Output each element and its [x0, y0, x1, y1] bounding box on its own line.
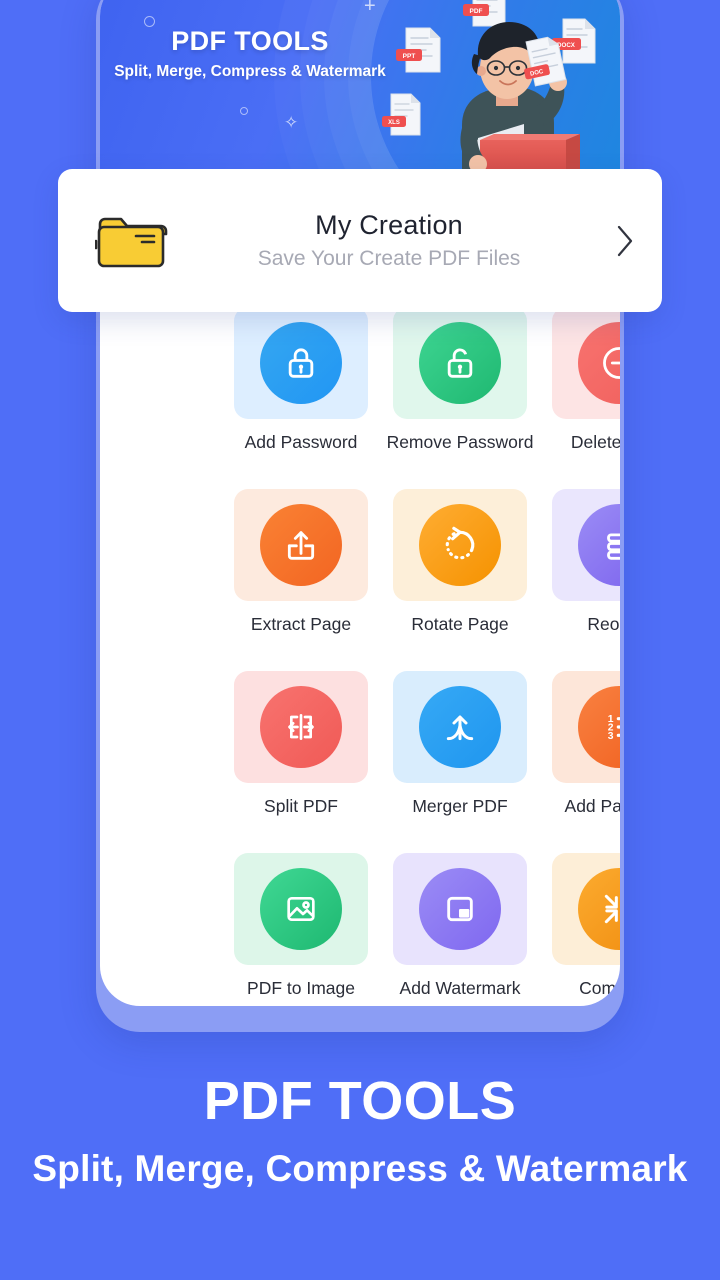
- tool-tile: [552, 489, 620, 601]
- watermark-icon: [447, 896, 473, 922]
- doc-card-ppt: PPT: [396, 27, 441, 73]
- tool-circle: [419, 504, 501, 586]
- tool-label: PDF to Image: [247, 978, 355, 998]
- promo-subtitle: Split, Merge, Compress & Watermark: [32, 1148, 688, 1189]
- rotate-ccw-icon: [445, 526, 475, 560]
- tool-label: Merger PDF: [412, 796, 508, 816]
- tool-add-page-number[interactable]: 1 2 3 Add Page No.: [552, 671, 620, 817]
- tool-add-password[interactable]: Add Password: [234, 307, 368, 453]
- banner-text-block: PDF TOOLS Split, Merge, Compress & Water…: [100, 26, 400, 81]
- decorative-star-2: ✧: [284, 113, 299, 132]
- tool-tile: [393, 671, 527, 783]
- creation-subtitle: Save Your Create PDF Files: [257, 247, 521, 270]
- tool-reorder[interactable]: Reorder: [552, 489, 620, 635]
- tool-label: Add Password: [244, 432, 358, 452]
- upload-icon: [287, 531, 315, 560]
- folder-icon-wrap: [58, 210, 208, 272]
- tool-label: Split PDF: [264, 796, 338, 816]
- stacked-bars-icon: [607, 533, 620, 560]
- tools-grid: Add Password Remove Password Delete Extr…: [200, 307, 620, 999]
- tool-tile: [552, 853, 620, 965]
- tool-tile: [234, 853, 368, 965]
- my-creation-card[interactable]: My Creation Save Your Create PDF Files: [58, 169, 662, 312]
- folder-icon: [95, 217, 168, 267]
- decorative-circle-3: [240, 107, 248, 115]
- tool-merger-pdf[interactable]: Merger PDF: [393, 671, 527, 817]
- tool-extract-page[interactable]: Extract Page: [234, 489, 368, 635]
- lock-icon: [288, 348, 314, 378]
- phone-screen: + ✧ ✧ PDF TOOLS Split, Merge, Compress &…: [100, 0, 620, 1006]
- tool-rotate-page[interactable]: Rotate Page: [393, 489, 527, 635]
- banner-subtitle: Split, Merge, Compress & Watermark: [114, 63, 386, 80]
- split-arrows-icon: [288, 714, 314, 740]
- promo-title: PDF TOOLS: [203, 1071, 517, 1131]
- merge-arrow-icon: [446, 715, 474, 741]
- doc-card-pdf: PDF: [463, 0, 506, 27]
- tool-label: Add Page No.: [564, 796, 620, 816]
- tool-delete-page[interactable]: Delete Page: [552, 307, 620, 453]
- unlock-icon: [447, 348, 473, 378]
- tool-label: Rotate Page: [411, 614, 509, 634]
- minus-circle-icon: [603, 347, 620, 379]
- doc-card-xls: XLS: [382, 93, 421, 136]
- hero-illustration: PPT PDF DOCX XLS DOC: [382, 0, 596, 170]
- banner-title: PDF TOOLS: [171, 26, 329, 56]
- svg-text:DOCX: DOCX: [557, 42, 576, 49]
- image-icon: [287, 896, 315, 922]
- compress-arrows-icon: [604, 894, 618, 924]
- svg-text:PDF: PDF: [470, 8, 483, 15]
- tool-split-pdf[interactable]: Split PDF: [234, 671, 368, 817]
- tool-compress[interactable]: Compress: [552, 853, 620, 999]
- tool-tile: 1 2 3: [552, 671, 620, 783]
- tool-circle: [578, 504, 620, 586]
- tool-label: Add Watermark: [399, 978, 521, 998]
- tool-circle: [260, 504, 342, 586]
- tool-tile: [393, 307, 527, 419]
- tool-circle: [260, 322, 342, 404]
- tool-circle: [260, 686, 342, 768]
- tool-label: Compress: [579, 978, 620, 998]
- tool-label: Delete Page: [570, 432, 620, 452]
- tool-tile: [393, 853, 527, 965]
- promo-block: PDF TOOLS Split, Merge, Compress & Water…: [0, 1070, 720, 1190]
- tool-circle: [260, 868, 342, 950]
- chevron-right-icon: [617, 225, 633, 256]
- svg-text:PPT: PPT: [403, 53, 416, 60]
- app-header-banner: + ✧ ✧ PDF TOOLS Split, Merge, Compress &…: [100, 0, 620, 170]
- tool-label: Extract Page: [250, 614, 352, 634]
- svg-text:3: 3: [608, 731, 614, 742]
- creation-text-block: My Creation Save Your Create PDF Files: [190, 210, 588, 271]
- tool-add-watermark[interactable]: Add Watermark: [393, 853, 527, 999]
- tool-circle: [419, 322, 501, 404]
- tool-circle: [578, 868, 620, 950]
- tool-circle: 1 2 3: [578, 686, 620, 768]
- tool-tile: [552, 307, 620, 419]
- creation-chevron-button[interactable]: [588, 224, 662, 258]
- svg-text:XLS: XLS: [388, 120, 400, 126]
- tool-tile: [234, 489, 368, 601]
- tool-label: Reorder: [587, 614, 620, 634]
- tool-circle: [419, 868, 501, 950]
- tool-tile: [234, 671, 368, 783]
- tool-pdf-to-image[interactable]: PDF to Image: [234, 853, 368, 999]
- tool-label: Remove Password: [386, 432, 534, 452]
- tool-circle: [578, 322, 620, 404]
- tool-tile: [234, 307, 368, 419]
- tool-circle: [419, 686, 501, 768]
- tool-tile: [393, 489, 527, 601]
- numbered-list-icon: 1 2 3: [608, 714, 620, 742]
- creation-title: My Creation: [315, 210, 463, 240]
- tool-remove-password[interactable]: Remove Password: [387, 307, 533, 453]
